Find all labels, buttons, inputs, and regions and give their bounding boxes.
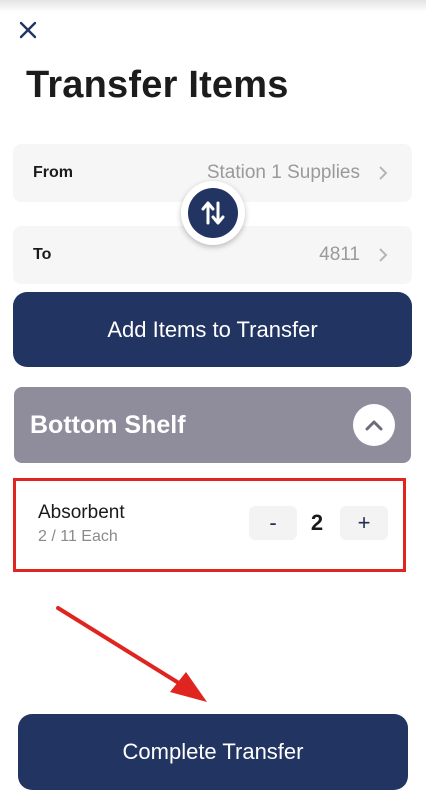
annotation-arrow — [56, 606, 207, 702]
complete-transfer-button[interactable]: Complete Transfer — [18, 714, 408, 790]
